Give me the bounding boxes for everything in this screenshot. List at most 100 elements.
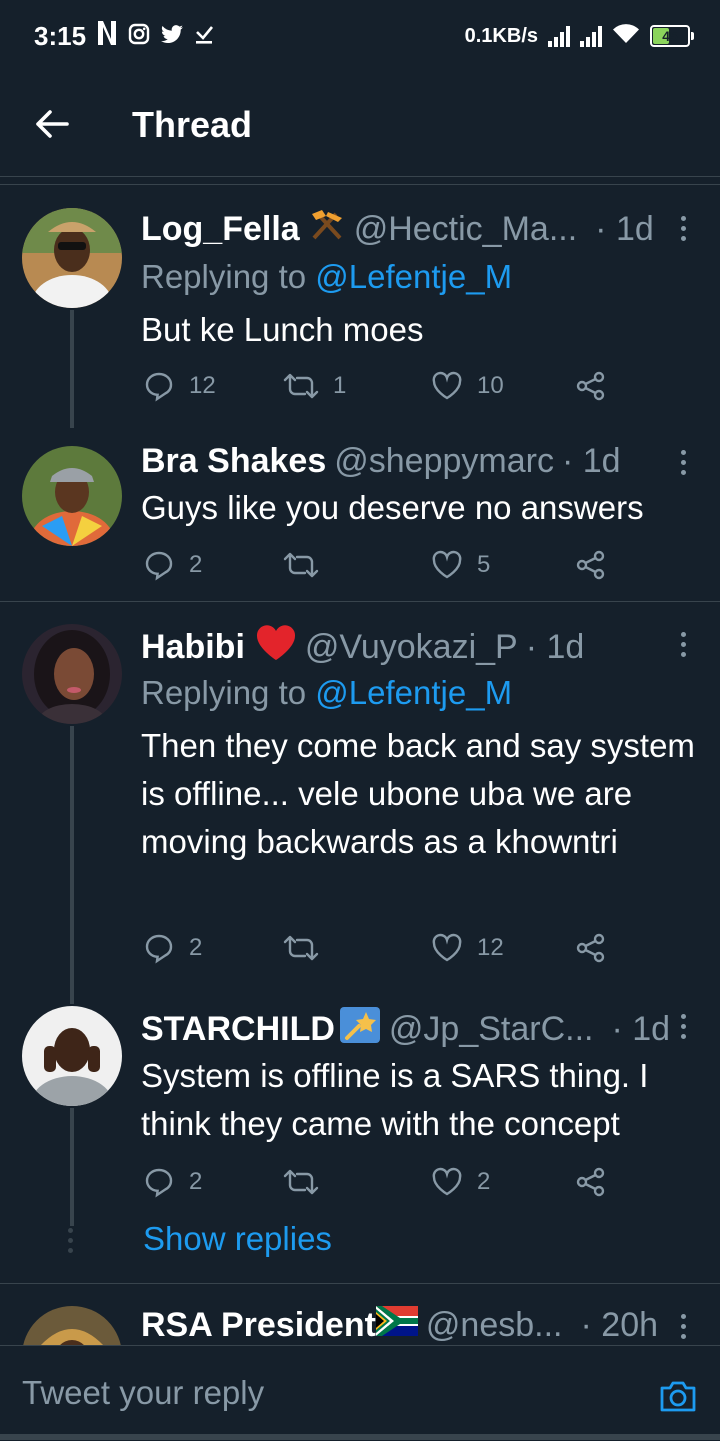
mention-link[interactable]: @Lefentje_M [315,674,512,711]
thread-line [70,310,74,428]
reply-icon [145,551,173,581]
status-bar: 3:15 0.1KB/s 45 [0,0,720,72]
thread-line [70,726,74,1004]
more-options-icon[interactable] [668,1006,698,1046]
battery-icon: 45 [650,25,694,47]
retweet-icon [283,552,319,578]
avatar[interactable] [22,1006,122,1106]
signal-2-icon [580,25,602,47]
handle[interactable]: @sheppymarc [334,442,554,481]
download-done-icon [194,21,214,52]
divider [0,184,720,185]
like-count: 12 [477,934,504,961]
back-button[interactable] [30,102,74,146]
tweet-text: Then they come back and say system is of… [141,727,695,860]
shooting-star-icon [339,1006,381,1053]
share-icon [576,1167,605,1197]
tweet-rsa-president[interactable]: RSA President @nesb... · 20h [0,1284,720,1345]
like-button[interactable]: 10 [431,366,504,406]
like-button[interactable]: 12 [431,928,504,968]
network-speed: 0.1KB/s [464,24,538,47]
display-name[interactable]: RSA President [141,1306,376,1345]
share-button[interactable] [575,928,607,968]
tweet-text: But ke Lunch moes [141,311,424,348]
timestamp: · 1d [611,1010,671,1048]
retweet-button[interactable]: 1 [283,366,346,406]
like-button[interactable]: 5 [431,545,490,585]
timestamp: · 1d [561,442,621,480]
share-icon [576,550,605,580]
mention-link[interactable]: @Lefentje_M [315,258,512,295]
timestamp: · 20h [580,1306,659,1344]
signal-1-icon [548,25,570,47]
share-button[interactable] [575,366,607,406]
retweet-button[interactable] [283,928,333,968]
like-button[interactable]: 2 [431,1162,490,1202]
tweet-habibi[interactable]: Habibi @Vuyokazi_P · 1d Replying to @Lef… [0,602,720,1004]
reply-composer[interactable]: Tweet your reply [0,1345,720,1441]
more-options-icon[interactable] [668,442,698,482]
avatar[interactable] [22,446,122,546]
timestamp: · 1d [525,628,585,666]
reply-button[interactable]: 2 [143,545,202,585]
camera-button[interactable] [658,1376,698,1416]
page-title: Thread [132,104,253,145]
tweet-actions: 2 12 [141,928,621,968]
avatar[interactable] [22,624,122,724]
tweet-actions: 2 5 [141,545,621,585]
wifi-icon [612,22,640,50]
reply-button[interactable]: 12 [143,366,216,406]
back-arrow-icon [36,110,69,138]
thread-line [70,1108,74,1226]
like-count: 2 [477,1168,491,1195]
share-button[interactable] [575,1162,607,1202]
retweet-button[interactable] [283,1162,333,1202]
more-options-icon[interactable] [668,624,698,664]
reply-button[interactable]: 2 [143,1162,202,1202]
handle[interactable]: @nesb... [426,1306,563,1345]
reply-count: 2 [189,551,203,578]
replying-to: Replying to @Lefentje_M [141,258,512,296]
retweet-icon [283,935,319,961]
handle[interactable]: @Vuyokazi_P [305,628,518,667]
display-name[interactable]: Log_Fella [141,210,300,249]
twitter-bird-icon [160,21,184,52]
retweet-icon [283,373,319,399]
tweet-log-fella[interactable]: Log_Fella @Hectic_Ma... · 1d Replying to… [0,186,720,428]
handle[interactable]: @Jp_StarC... [389,1010,594,1049]
reply-button[interactable]: 2 [143,928,202,968]
tweet-starchild[interactable]: STARCHILD @Jp_StarC... · 1d System is of… [0,1002,720,1282]
south-africa-flag-icon [375,1306,418,1345]
like-count: 5 [477,551,491,578]
display-name[interactable]: Bra Shakes [141,442,326,481]
show-replies-link[interactable]: Show replies [143,1220,332,1258]
share-icon [576,933,605,963]
display-name[interactable]: Habibi [141,628,245,667]
tweet-text: System is offline is a SARS thing. I thi… [141,1057,649,1142]
heart-icon [432,550,462,579]
thread-continuation-dots [68,1228,73,1253]
tweet-author-row: Bra Shakes @sheppymarc · 1d [141,442,621,481]
more-options-icon[interactable] [668,208,698,248]
avatar[interactable] [22,208,122,308]
avatar[interactable] [22,1306,122,1345]
tweet-author-row: RSA President @nesb... · 20h [141,1306,658,1345]
share-button[interactable] [575,545,607,585]
retweet-button[interactable] [283,545,333,585]
display-name[interactable]: STARCHILD [141,1010,335,1049]
tweet-author-row: Log_Fella @Hectic_Ma... · 1d [141,208,654,251]
handle[interactable]: @Hectic_Ma... [354,210,577,249]
tweet-actions: 2 2 [141,1162,621,1202]
heart-icon [432,933,462,962]
retweet-count: 1 [333,372,347,399]
tweet-bra-shakes[interactable]: Bra Shakes @sheppymarc · 1d Guys like yo… [0,422,720,600]
reply-count: 2 [189,934,203,961]
replying-label: Replying to [141,258,307,295]
tweet-text: Guys like you deserve no answers [141,489,644,526]
thread-header: Thread [0,72,720,177]
bottom-edge [0,1434,720,1440]
reply-input[interactable]: Tweet your reply [22,1374,264,1412]
battery-level: 45 [662,28,678,44]
share-icon [576,371,605,401]
more-options-icon[interactable] [668,1306,698,1345]
